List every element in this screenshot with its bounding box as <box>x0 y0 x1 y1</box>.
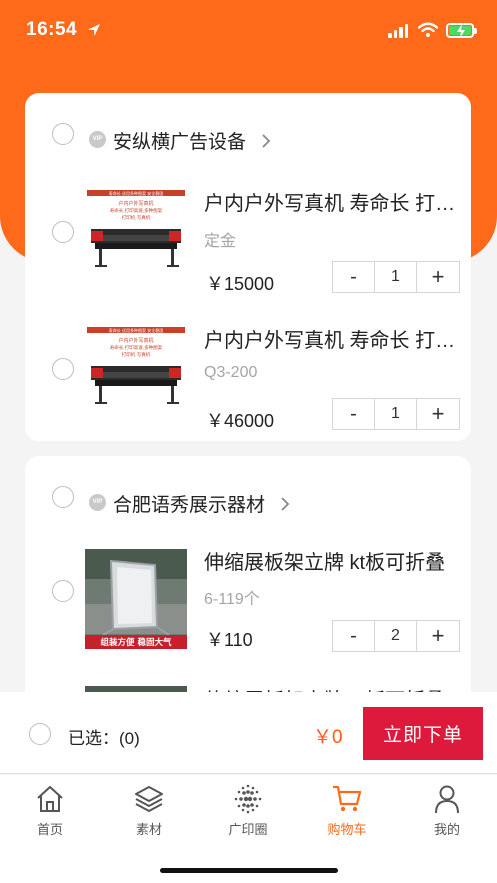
shop-header[interactable]: VIP 合肥语秀展示器材 <box>25 456 471 536</box>
banner-line: 寿命长,打印高速,多种图案 <box>110 344 163 351</box>
quantity-stepper: - 1 + <box>332 398 460 430</box>
user-icon <box>435 785 459 814</box>
decrease-button[interactable]: - <box>333 399 375 429</box>
shop-name: 安纵横广告设备 <box>113 132 247 153</box>
vip-icon: VIP <box>89 494 106 511</box>
status-bar: 16:54 <box>0 0 497 60</box>
cart-scroll-area[interactable]: VIP 安纵横广告设备 寿命长 适用多种图案 安全稳固 户内户外写真机 寿命长,… <box>0 0 497 692</box>
banner-line: 打印机 写真机 <box>122 351 151 358</box>
product-spec: Q3-200 <box>204 364 258 381</box>
product-title[interactable]: 户内户外写真机 寿命长 打印速度快 <box>204 187 466 216</box>
shop-select-radio[interactable] <box>52 486 74 508</box>
banner-top-text: 寿命长 适用多种图案 安全稳固 <box>109 190 164 196</box>
item-select-radio[interactable] <box>52 580 74 602</box>
product-spec: 定金 <box>204 233 237 250</box>
tab-home[interactable]: 首页 <box>10 783 90 838</box>
shop-card: VIP 安纵横广告设备 寿命长 适用多种图案 安全稳固 户内户外写真机 寿命长,… <box>25 93 471 441</box>
product-thumbnail[interactable]: 寿命长 适用多种图案 安全稳固 户内户外写真机 寿命长,打印高速,多种图案 打印… <box>85 318 187 418</box>
product-thumbnail[interactable]: 组装方便 稳固大气 <box>85 549 187 649</box>
tab-label: 广印圈 <box>228 822 268 837</box>
product-title[interactable]: 伸缩展板架立牌 kt板可折叠 <box>204 546 466 575</box>
quantity-stepper: - 2 + <box>332 620 460 652</box>
selected-count: 已选：(0) <box>68 729 140 748</box>
increase-button[interactable]: + <box>417 262 459 292</box>
place-order-button[interactable]: 立即下单 <box>363 707 483 760</box>
quantity-stepper: - 1 + <box>332 261 460 293</box>
product-price: ￥110 <box>206 630 253 650</box>
chevron-right-icon <box>262 134 271 148</box>
thumbnail-caption: 组装方便 稳固大气 <box>101 637 172 648</box>
shop-card: VIP 合肥语秀展示器材 组装方便 稳固大气 伸缩展板架立牌 kt板可折叠 6-… <box>25 456 471 692</box>
banner-line: 户内户外写真机 <box>118 200 153 207</box>
home-indicator <box>160 868 338 873</box>
tab-circle[interactable]: 广印圈 <box>208 783 288 838</box>
product-title[interactable]: 户内户外写真机 寿命长 打印速度快 <box>204 324 466 353</box>
increase-button[interactable]: + <box>417 399 459 429</box>
product-thumbnail[interactable]: 寿命长 适用多种图案 安全稳固 户内户外写真机 寿命长,打印高速,多种图案 打印… <box>85 181 187 281</box>
select-all-radio[interactable] <box>29 723 51 745</box>
banner-line: 寿命长,打印高速,多种图案 <box>110 207 163 214</box>
battery-icon <box>446 23 474 38</box>
banner-top-text: 寿命长 适用多种图案 安全稳固 <box>109 327 164 333</box>
decrease-button[interactable]: - <box>333 262 375 292</box>
tab-label: 购物车 <box>327 822 367 837</box>
quantity-value[interactable]: 2 <box>375 621 417 651</box>
dots-circle-icon <box>234 784 262 814</box>
quantity-value[interactable]: 1 <box>375 262 417 292</box>
shop-select-radio[interactable] <box>52 123 74 145</box>
product-spec: 6-119个 <box>204 591 260 608</box>
item-select-radio[interactable] <box>52 221 74 243</box>
tab-bar: 首页 素材 广印圈 购物车 我的 <box>0 775 497 883</box>
tab-cart[interactable]: 购物车 <box>307 783 387 838</box>
wifi-icon <box>418 22 438 37</box>
checkout-bar: 已选：(0) ￥0 立即下单 <box>0 692 497 774</box>
cart-item[interactable]: 寿命长 适用多种图案 安全稳固 户内户外写真机 寿命长,打印高速,多种图案 打印… <box>25 318 471 454</box>
tab-label: 首页 <box>36 822 63 837</box>
product-title[interactable]: 伸缩展板架立牌 kt板可折叠 <box>204 684 466 692</box>
home-icon <box>37 786 63 812</box>
tab-material[interactable]: 素材 <box>109 783 189 838</box>
cart-icon <box>333 785 362 812</box>
banner-line: 户内户外写真机 <box>118 337 153 344</box>
shop-name: 合肥语秀展示器材 <box>113 495 266 516</box>
cart-item[interactable]: 寿命长 适用多种图案 安全稳固 户内户外写真机 寿命长,打印高速,多种图案 打印… <box>25 181 471 317</box>
signal-icon <box>388 24 408 38</box>
location-arrow-icon <box>88 24 100 36</box>
tab-label: 我的 <box>433 822 460 837</box>
tab-mine[interactable]: 我的 <box>407 783 487 838</box>
cart-item[interactable]: 伸缩展板架立牌 kt板可折叠 <box>25 684 471 692</box>
battery-tip <box>474 28 477 34</box>
tab-label: 素材 <box>135 822 162 837</box>
banner-line: 打印机 写真机 <box>122 214 151 221</box>
status-time: 16:54 <box>26 19 78 40</box>
item-select-radio[interactable] <box>52 358 74 380</box>
product-price: ￥15000 <box>206 274 275 294</box>
layers-icon <box>135 786 163 812</box>
vip-icon: VIP <box>89 131 106 148</box>
product-price: ￥46000 <box>206 411 275 431</box>
chevron-right-icon <box>281 497 290 511</box>
total-price: ￥0 <box>313 727 343 748</box>
cart-item[interactable]: 组装方便 稳固大气 伸缩展板架立牌 kt板可折叠 6-119个 ￥110 - 2… <box>25 542 471 678</box>
shop-header[interactable]: VIP 安纵横广告设备 <box>25 93 471 173</box>
quantity-value[interactable]: 1 <box>375 399 417 429</box>
increase-button[interactable]: + <box>417 621 459 651</box>
decrease-button[interactable]: - <box>333 621 375 651</box>
